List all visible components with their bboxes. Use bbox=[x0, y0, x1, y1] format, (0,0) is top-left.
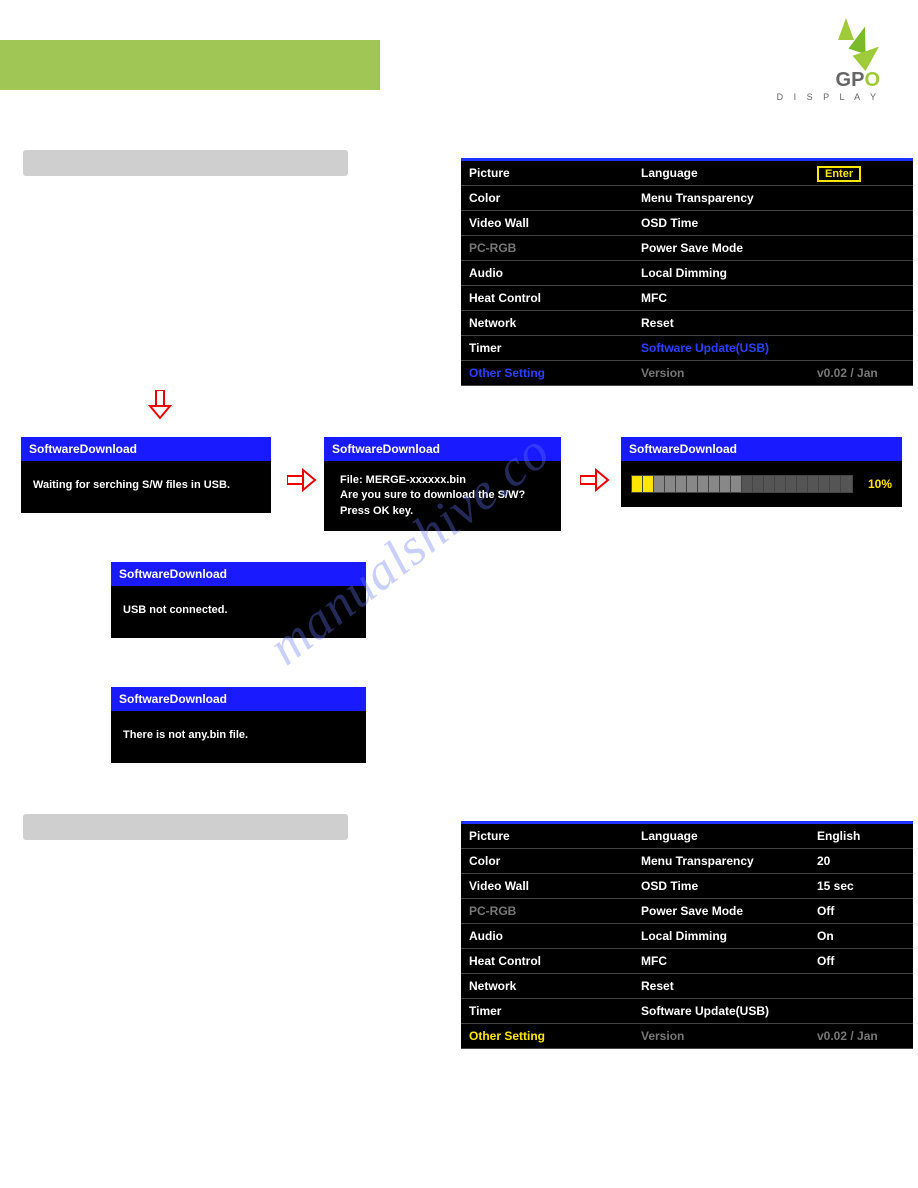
menu-row[interactable]: AudioLocal Dimming bbox=[461, 261, 913, 286]
menu-cell: Reset bbox=[637, 979, 813, 993]
dialog-body: There is not any.bin file. bbox=[111, 711, 366, 763]
menu-cell: Audio bbox=[461, 929, 637, 943]
menu-cell: Network bbox=[461, 316, 637, 330]
arrow-right-icon bbox=[287, 468, 317, 492]
menu-cell: Menu Transparency bbox=[637, 854, 813, 868]
menu-row[interactable]: Video WallOSD Time bbox=[461, 211, 913, 236]
dialog-confirm: SoftwareDownload File: MERGE-xxxxxx.bin … bbox=[324, 437, 561, 531]
dialog-line: Are you sure to download the S/W? bbox=[340, 488, 545, 503]
menu-cell: Other Setting bbox=[461, 366, 637, 380]
menu-cell: Audio bbox=[461, 266, 637, 280]
menu-cell: Color bbox=[461, 191, 637, 205]
progress-percent: 10% bbox=[868, 477, 892, 491]
menu-row[interactable]: Other SettingVersionv0.02 / Jan bbox=[461, 1024, 913, 1049]
menu-cell: MFC bbox=[637, 954, 813, 968]
menu-value: 20 bbox=[813, 854, 913, 868]
menu-cell: Video Wall bbox=[461, 216, 637, 230]
section-placeholder-2 bbox=[23, 814, 348, 840]
menu-cell: Timer bbox=[461, 341, 637, 355]
menu-row[interactable]: Heat ControlMFCOff bbox=[461, 949, 913, 974]
enter-button[interactable]: Enter bbox=[817, 166, 861, 182]
logo: GPO D I S P L A Y bbox=[777, 18, 880, 102]
menu-row[interactable]: ColorMenu Transparency20 bbox=[461, 849, 913, 874]
menu-cell: OSD Time bbox=[637, 216, 813, 230]
dialog-searching: SoftwareDownload Waiting for serching S/… bbox=[21, 437, 271, 513]
menu-cell: Other Setting bbox=[461, 1029, 637, 1043]
menu-row[interactable]: TimerSoftware Update(USB) bbox=[461, 999, 913, 1024]
menu-cell: Picture bbox=[461, 829, 637, 843]
progress-bar: 10% bbox=[621, 461, 902, 507]
menu-cell: Menu Transparency bbox=[637, 191, 813, 205]
menu-row[interactable]: Other SettingVersionv0.02 / Jan bbox=[461, 361, 913, 386]
dialog-body: Waiting for serching S/W files in USB. bbox=[21, 461, 271, 513]
menu-row[interactable]: PictureLanguageEnglish bbox=[461, 824, 913, 849]
dialog-line: File: MERGE-xxxxxx.bin bbox=[340, 473, 545, 488]
menu-value: v0.02 / Jan bbox=[813, 1029, 913, 1043]
menu-cell: MFC bbox=[637, 291, 813, 305]
menu-row[interactable]: Heat ControlMFC bbox=[461, 286, 913, 311]
menu-value: Off bbox=[813, 904, 913, 918]
menu-cell: Language bbox=[637, 829, 813, 843]
menu-cell: Heat Control bbox=[461, 954, 637, 968]
menu-cell: Version bbox=[637, 366, 813, 380]
menu-cell: Software Update(USB) bbox=[637, 1004, 813, 1018]
dialog-title: SoftwareDownload bbox=[621, 437, 902, 461]
menu-cell: Picture bbox=[461, 166, 637, 180]
menu-cell: Heat Control bbox=[461, 291, 637, 305]
arrow-right-icon bbox=[580, 468, 610, 492]
dialog-title: SoftwareDownload bbox=[324, 437, 561, 461]
menu-cell: PC-RGB bbox=[461, 241, 637, 255]
menu-cell: Color bbox=[461, 854, 637, 868]
menu-row[interactable]: PC-RGBPower Save Mode bbox=[461, 236, 913, 261]
menu-row[interactable]: TimerSoftware Update(USB) bbox=[461, 336, 913, 361]
menu-value: English bbox=[813, 829, 913, 843]
menu-cell: Network bbox=[461, 979, 637, 993]
menu-row[interactable]: ColorMenu Transparency bbox=[461, 186, 913, 211]
menu-cell: OSD Time bbox=[637, 879, 813, 893]
dialog-body: File: MERGE-xxxxxx.bin Are you sure to d… bbox=[324, 461, 561, 531]
dialog-title: SoftwareDownload bbox=[111, 562, 366, 586]
menu-row[interactable]: PC-RGBPower Save ModeOff bbox=[461, 899, 913, 924]
osd-menu-2[interactable]: PictureLanguageEnglishColorMenu Transpar… bbox=[461, 821, 913, 1049]
menu-cell: Software Update(USB) bbox=[637, 341, 813, 355]
menu-cell: Language bbox=[637, 166, 813, 180]
menu-cell: Power Save Mode bbox=[637, 241, 813, 255]
dialog-line: Press OK key. bbox=[340, 504, 545, 519]
menu-row[interactable]: Video WallOSD Time15 sec bbox=[461, 874, 913, 899]
osd-menu-1[interactable]: PictureLanguage Enter ColorMenu Transparen… bbox=[461, 158, 913, 386]
menu-cell: PC-RGB bbox=[461, 904, 637, 918]
dialog-title: SoftwareDownload bbox=[21, 437, 271, 461]
green-banner bbox=[0, 40, 380, 90]
section-placeholder-1 bbox=[23, 150, 348, 176]
dialog-usb-not-connected: SoftwareDownload USB not connected. bbox=[111, 562, 366, 638]
menu-value: v0.02 / Jan bbox=[813, 366, 913, 380]
menu-row[interactable]: AudioLocal DimmingOn bbox=[461, 924, 913, 949]
menu-row[interactable]: PictureLanguage Enter bbox=[461, 161, 913, 186]
menu-cell: Local Dimming bbox=[637, 929, 813, 943]
menu-cell: Local Dimming bbox=[637, 266, 813, 280]
menu-row[interactable]: NetworkReset bbox=[461, 311, 913, 336]
menu-cell: Power Save Mode bbox=[637, 904, 813, 918]
menu-cell: Reset bbox=[637, 316, 813, 330]
logo-subtitle: D I S P L A Y bbox=[777, 92, 880, 102]
dialog-no-bin: SoftwareDownload There is not any.bin fi… bbox=[111, 687, 366, 763]
arrow-down-icon bbox=[148, 390, 172, 420]
menu-value: 15 sec bbox=[813, 879, 913, 893]
menu-cell: Video Wall bbox=[461, 879, 637, 893]
menu-value: Off bbox=[813, 954, 913, 968]
dialog-title: SoftwareDownload bbox=[111, 687, 366, 711]
menu-cell: Timer bbox=[461, 1004, 637, 1018]
menu-row[interactable]: NetworkReset bbox=[461, 974, 913, 999]
menu-cell: Version bbox=[637, 1029, 813, 1043]
dialog-progress: SoftwareDownload 10% bbox=[621, 437, 902, 507]
menu-value: Enter bbox=[813, 166, 913, 180]
menu-value: On bbox=[813, 929, 913, 943]
dialog-body: USB not connected. bbox=[111, 586, 366, 638]
logo-icon bbox=[810, 18, 880, 73]
